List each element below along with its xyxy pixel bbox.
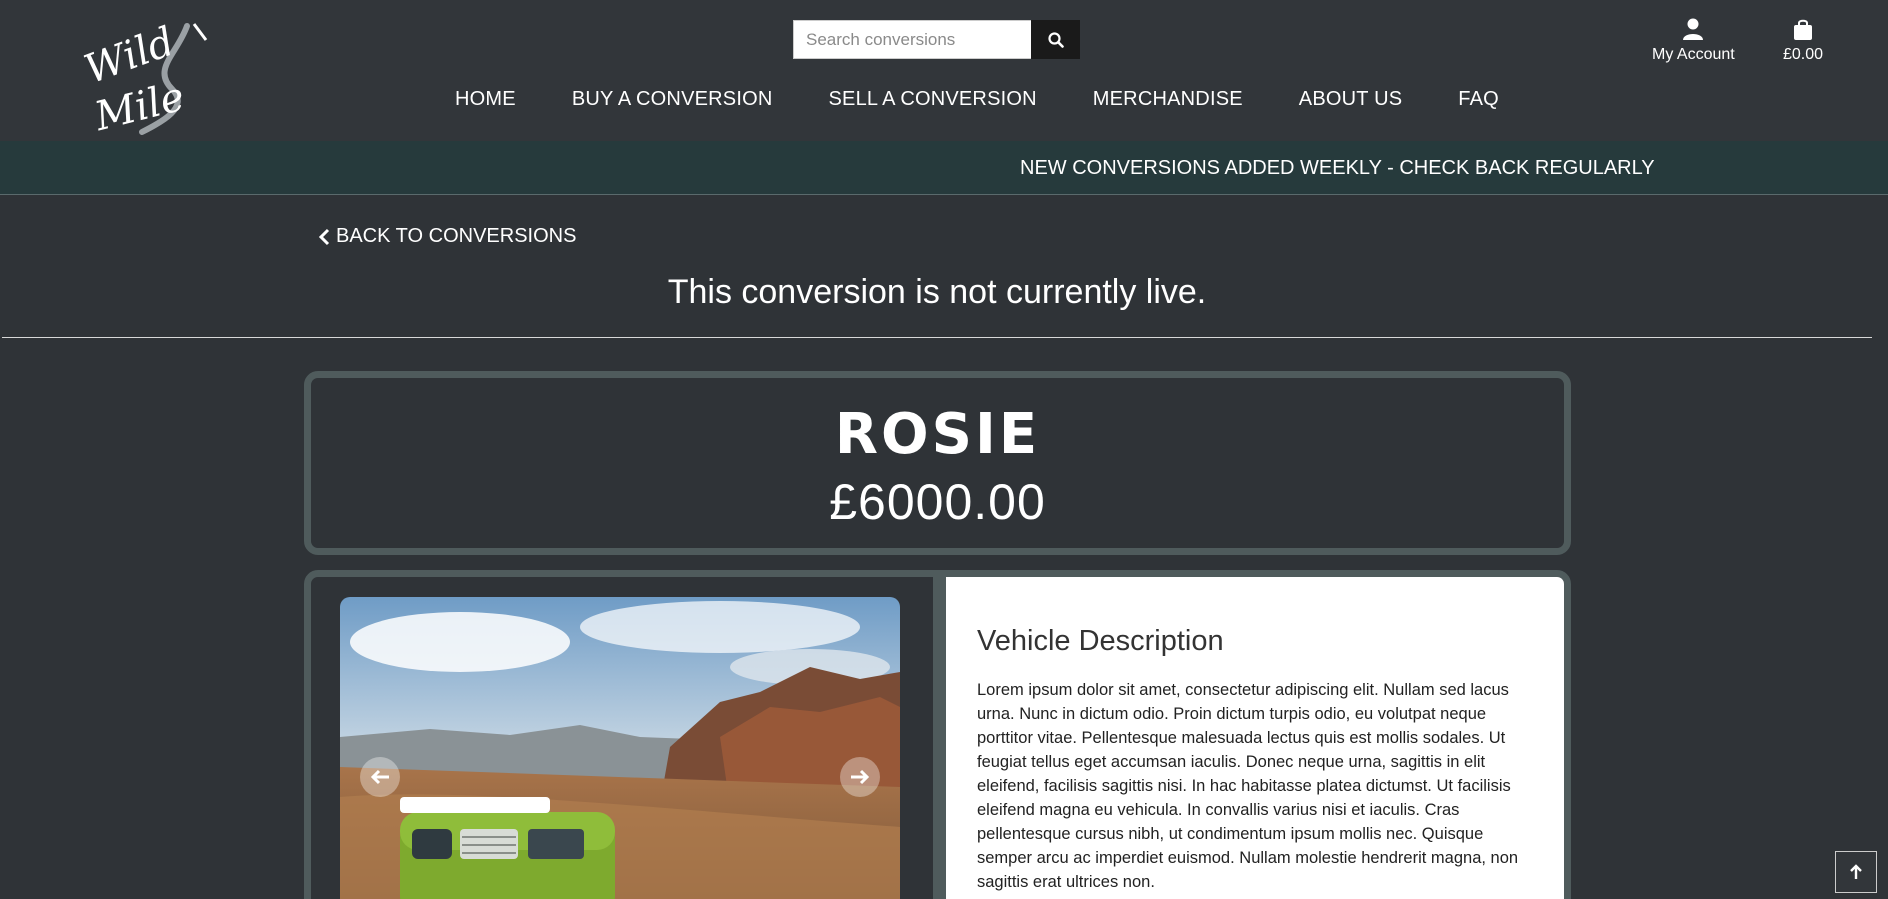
arrow-up-icon [1850, 864, 1862, 879]
search-form [793, 20, 1080, 59]
gallery-next-button[interactable] [840, 757, 880, 797]
my-account-link[interactable]: My Account [1652, 18, 1735, 64]
nav-about-us[interactable]: ABOUT US [1299, 88, 1402, 118]
status-message: This conversion is not currently live. [667, 273, 1207, 311]
site-header: Wild Mile My Account £0.00 HOME BUY A [0, 0, 1888, 141]
announcement-banner: NEW CONVERSIONS ADDED WEEKLY - CHECK BAC… [0, 141, 1888, 195]
vehicle-description-panel: Vehicle Description Lorem ipsum dolor si… [946, 577, 1564, 899]
gallery-prev-button[interactable] [360, 757, 400, 797]
description-heading: Vehicle Description [977, 625, 1224, 657]
back-link-label: BACK TO CONVERSIONS [336, 225, 577, 247]
wild-mile-logo-icon: Wild Mile [79, 19, 208, 140]
arrow-right-icon [851, 769, 870, 785]
chevron-left-icon [318, 228, 330, 245]
nav-buy-a-conversion[interactable]: BUY A CONVERSION [572, 88, 773, 118]
nav-faq[interactable]: FAQ [1458, 88, 1499, 118]
main-nav: HOME BUY A CONVERSION SELL A CONVERSION … [455, 88, 1555, 118]
back-to-conversions-link[interactable]: BACK TO CONVERSIONS [318, 225, 576, 248]
nav-home[interactable]: HOME [455, 88, 516, 118]
arrow-left-icon [370, 769, 389, 785]
search-icon [1047, 31, 1064, 48]
description-body: Lorem ipsum dolor sit amet, consectetur … [977, 681, 1519, 891]
shopping-bag-icon [1794, 19, 1813, 40]
vehicle-price: £6000.00 [829, 474, 1046, 530]
back-to-top-button[interactable] [1835, 851, 1877, 893]
vehicle-title-card: ROSIE £6000.00 [304, 371, 1571, 555]
search-button[interactable] [1031, 20, 1080, 59]
my-account-label: My Account [1652, 46, 1735, 63]
divider [2, 337, 1872, 338]
user-icon [1683, 18, 1704, 40]
vehicle-photo [340, 597, 900, 899]
vehicle-image-gallery[interactable] [340, 597, 900, 899]
cart-link[interactable]: £0.00 [1783, 18, 1823, 64]
cart-total: £0.00 [1783, 46, 1824, 63]
nav-merchandise[interactable]: MERCHANDISE [1093, 88, 1243, 118]
banner-text: NEW CONVERSIONS ADDED WEEKLY - CHECK BAC… [1020, 157, 1655, 179]
site-logo[interactable]: Wild Mile [79, 14, 212, 140]
nav-sell-a-conversion[interactable]: SELL A CONVERSION [828, 88, 1036, 118]
panel-separator [933, 577, 946, 899]
search-input[interactable] [793, 20, 1031, 59]
vehicle-detail-card: Vehicle Description Lorem ipsum dolor si… [304, 570, 1571, 899]
vehicle-name: ROSIE [834, 402, 1041, 467]
